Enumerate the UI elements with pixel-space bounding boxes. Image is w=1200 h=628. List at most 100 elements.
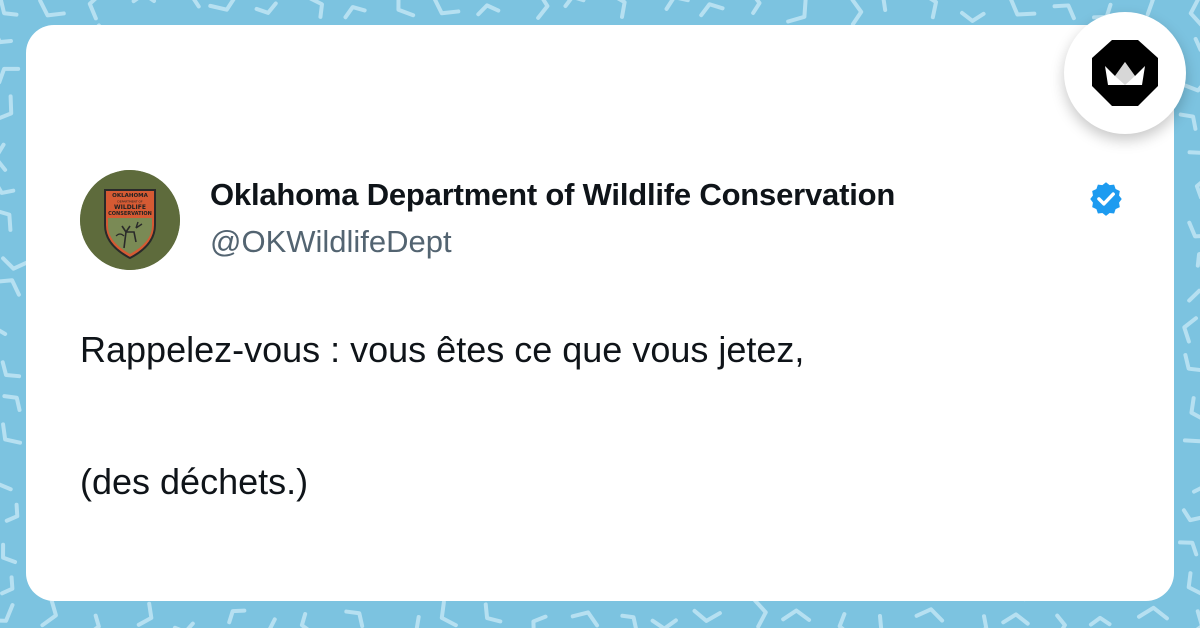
background-zigzag xyxy=(343,5,367,20)
background-zigzag xyxy=(1182,316,1198,344)
background-zigzag xyxy=(0,37,13,45)
logo-text-line-3: WILDLIFE xyxy=(114,204,146,211)
background-zigzag xyxy=(877,614,884,628)
background-zigzag xyxy=(476,3,501,17)
background-zigzag xyxy=(131,0,157,4)
background-zigzag xyxy=(0,360,22,379)
background-zigzag xyxy=(960,10,986,23)
background-zigzag xyxy=(531,614,548,628)
background-zigzag xyxy=(1187,220,1200,239)
background-zigzag xyxy=(1178,540,1199,557)
background-zigzag xyxy=(432,0,461,16)
background-zigzag xyxy=(1178,112,1198,131)
background-zigzag xyxy=(616,0,627,19)
background-zigzag xyxy=(309,0,324,19)
background-zigzag xyxy=(1191,486,1200,494)
background-zigzag xyxy=(0,209,13,232)
logo-text-line-2: DEPARTMENT OF xyxy=(117,200,142,204)
background-zigzag xyxy=(1187,150,1200,155)
background-zigzag xyxy=(0,328,8,336)
background-zigzag xyxy=(4,502,20,523)
tweet-text-line-1: Rappelez-vous : vous êtes ce que vous je… xyxy=(80,329,805,370)
background-zigzag xyxy=(396,0,416,18)
background-zigzag xyxy=(1187,288,1200,303)
background-zigzag xyxy=(881,0,888,12)
tweet-text: Rappelez-vous : vous êtes ce que vous je… xyxy=(80,317,1120,515)
background-zigzag xyxy=(1136,605,1169,621)
background-zigzag xyxy=(751,0,762,15)
background-zigzag xyxy=(1189,396,1200,420)
background-zigzag xyxy=(2,394,22,412)
background-zigzag xyxy=(38,0,66,18)
background-zigzag xyxy=(982,614,989,628)
wildlife-department-logo-icon: OKLAHOMA DEPARTMENT OF WILDLIFE CONSERVA… xyxy=(80,170,180,270)
background-zigzag xyxy=(0,94,14,121)
background-zigzag xyxy=(1055,613,1067,628)
background-zigzag xyxy=(536,0,550,20)
background-zigzag xyxy=(172,621,195,628)
background-zigzag xyxy=(254,1,278,15)
crown-logo-icon xyxy=(1092,40,1158,106)
background-zigzag xyxy=(1,542,18,565)
background-zigzag xyxy=(227,608,247,625)
background-zigzag xyxy=(268,617,277,628)
background-zigzag xyxy=(1186,571,1200,596)
author-name[interactable]: Oklahoma Department of Wildlife Conserva… xyxy=(210,177,895,213)
verified-badge-icon xyxy=(1090,182,1122,216)
background-zigzag xyxy=(620,613,638,628)
background-zigzag xyxy=(1182,438,1200,444)
background-zigzag xyxy=(1181,508,1200,523)
background-zigzag xyxy=(837,612,847,628)
tweet-card: OKLAHOMA DEPARTMENT OF WILDLIFE CONSERVA… xyxy=(26,25,1174,601)
background-zigzag xyxy=(781,608,812,622)
background-zigzag xyxy=(1145,0,1155,17)
author-handle[interactable]: @OKWildlifeDept xyxy=(210,224,452,260)
background-zigzag xyxy=(1195,609,1200,628)
background-zigzag xyxy=(0,278,21,297)
background-zigzag xyxy=(786,0,808,24)
logo-text-line-4: CONSERVATION xyxy=(108,211,152,217)
background-zigzag xyxy=(1193,36,1200,52)
background-zigzag xyxy=(0,66,21,85)
background-zigzag xyxy=(1183,353,1200,372)
background-zigzag xyxy=(93,613,101,628)
logo-text-line-1: OKLAHOMA xyxy=(112,193,148,199)
background-zigzag xyxy=(929,0,939,20)
background-zigzag xyxy=(752,598,768,628)
background-zigzag xyxy=(650,618,678,628)
background-zigzag xyxy=(414,615,421,628)
background-zigzag xyxy=(699,2,725,18)
background-zigzag xyxy=(1,422,23,445)
background-zigzag xyxy=(0,603,15,623)
background-zigzag xyxy=(570,610,600,628)
background-zigzag xyxy=(0,142,8,172)
background-zigzag xyxy=(850,0,864,27)
background-zigzag xyxy=(692,608,722,623)
background-zigzag xyxy=(1009,0,1037,17)
background-zigzag xyxy=(208,0,236,12)
background-zigzag xyxy=(914,607,945,623)
background-zigzag xyxy=(299,612,310,628)
background-zigzag xyxy=(136,601,154,627)
background-zigzag xyxy=(439,600,458,628)
background-zigzag xyxy=(1188,0,1200,27)
background-zigzag xyxy=(87,0,98,21)
background-zigzag xyxy=(664,0,690,11)
background-zigzag xyxy=(0,0,19,17)
background-zigzag xyxy=(1001,612,1030,626)
background-zigzag xyxy=(1052,3,1076,21)
brand-badge xyxy=(1064,12,1186,134)
tweet-text-spacer xyxy=(80,383,1120,449)
background-zigzag xyxy=(0,575,15,596)
background-zigzag xyxy=(1088,615,1112,627)
background-zigzag xyxy=(483,602,503,624)
author-avatar[interactable]: OKLAHOMA DEPARTMENT OF WILDLIFE CONSERVA… xyxy=(80,170,180,270)
background-zigzag xyxy=(1,256,29,271)
background-zigzag xyxy=(344,609,365,628)
background-zigzag xyxy=(563,0,586,9)
tweet-text-line-2: (des déchets.) xyxy=(80,461,309,502)
background-zigzag xyxy=(40,597,58,628)
background-zigzag xyxy=(0,482,13,492)
background-zigzag xyxy=(0,186,16,195)
background-zigzag xyxy=(192,0,201,9)
